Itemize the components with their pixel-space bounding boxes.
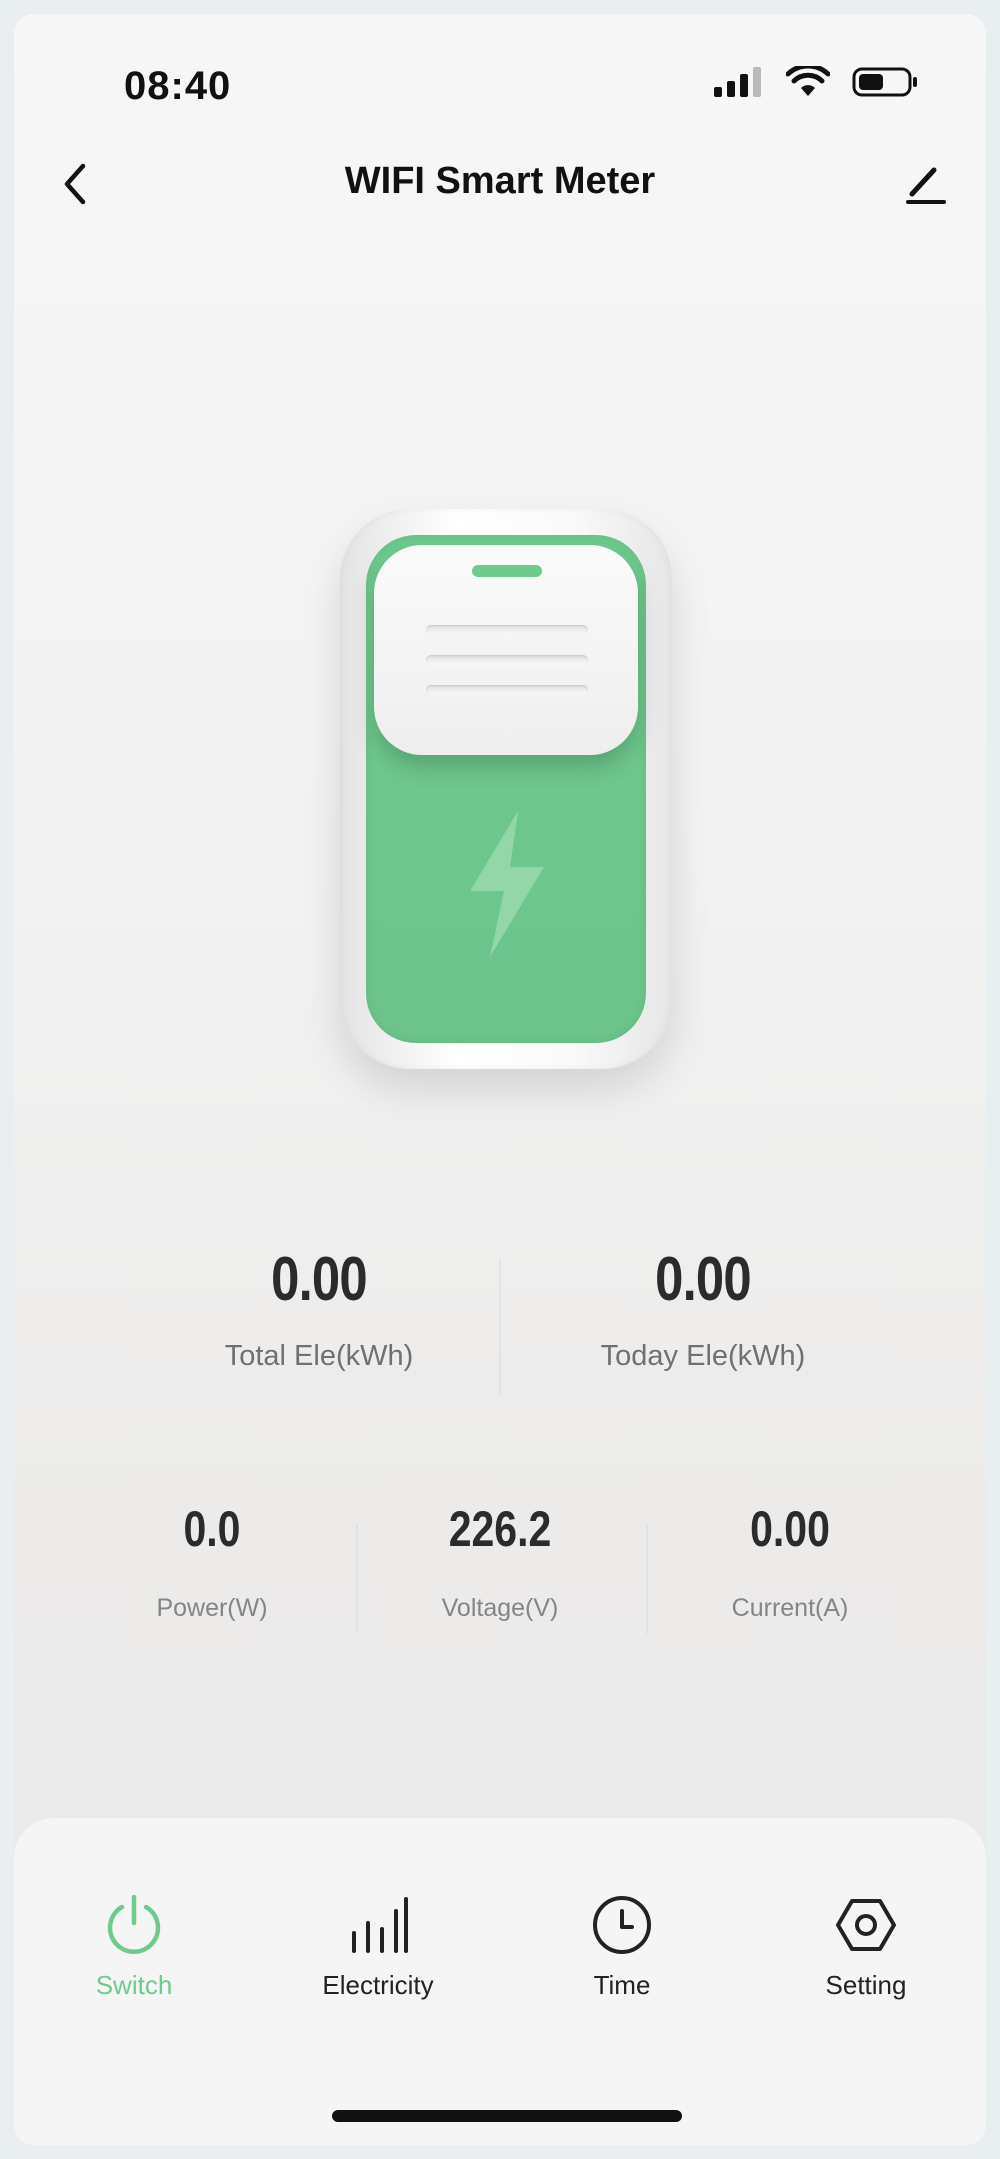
- status-time: 08:40: [124, 64, 232, 108]
- signal-icon: [714, 67, 761, 97]
- edit-icon[interactable]: [896, 154, 956, 214]
- meter-device-illustration[interactable]: [340, 509, 672, 1069]
- status-icons: [712, 66, 918, 98]
- divider: [646, 1524, 648, 1634]
- vent-line: [426, 625, 588, 635]
- page-title: WIFI Smart Meter: [344, 160, 656, 202]
- device-cap: [374, 545, 638, 755]
- hexagon-settings-icon: [831, 1890, 901, 1960]
- battery-icon: [852, 67, 917, 97]
- total-ele-label: Total Ele(kWh): [224, 1340, 414, 1372]
- tab-label: Time: [593, 1970, 651, 2000]
- voltage-value: 226.2: [448, 1501, 552, 1557]
- tab-label: Switch: [95, 1970, 173, 2000]
- bottom-tab-bar: Switch Electricity Time Setting: [14, 1818, 986, 2145]
- power-icon: [99, 1890, 169, 1960]
- voltage-label: Voltage(V): [441, 1594, 559, 1622]
- home-indicator[interactable]: [332, 2110, 682, 2122]
- tab-switch[interactable]: Switch: [24, 1818, 244, 2048]
- power-label: Power(W): [156, 1594, 268, 1622]
- tab-label: Electricity: [322, 1970, 434, 2000]
- total-ele-value: 0.00: [271, 1245, 367, 1314]
- lightning-icon: [470, 811, 544, 957]
- today-ele-label: Today Ele(kWh): [600, 1340, 806, 1372]
- current-label: Current(A): [731, 1594, 849, 1622]
- app-screen: 08:40 WIFI Smart Meter 0.00 Total Ele(kW…: [14, 14, 986, 2145]
- tab-setting[interactable]: Setting: [756, 1818, 976, 2048]
- wifi-icon: [786, 66, 830, 96]
- vent-line: [426, 655, 588, 665]
- vent-line: [426, 685, 588, 695]
- clock-icon: [587, 1890, 657, 1960]
- tab-time[interactable]: Time: [512, 1818, 732, 2048]
- divider: [356, 1524, 358, 1634]
- bar-chart-icon: [343, 1890, 413, 1960]
- tab-electricity[interactable]: Electricity: [268, 1818, 488, 2048]
- current-value: 0.00: [750, 1501, 830, 1557]
- divider: [499, 1260, 501, 1395]
- power-value: 0.0: [183, 1501, 241, 1557]
- today-ele-value: 0.00: [655, 1245, 751, 1314]
- tab-label: Setting: [825, 1970, 907, 2000]
- status-led: [472, 565, 542, 577]
